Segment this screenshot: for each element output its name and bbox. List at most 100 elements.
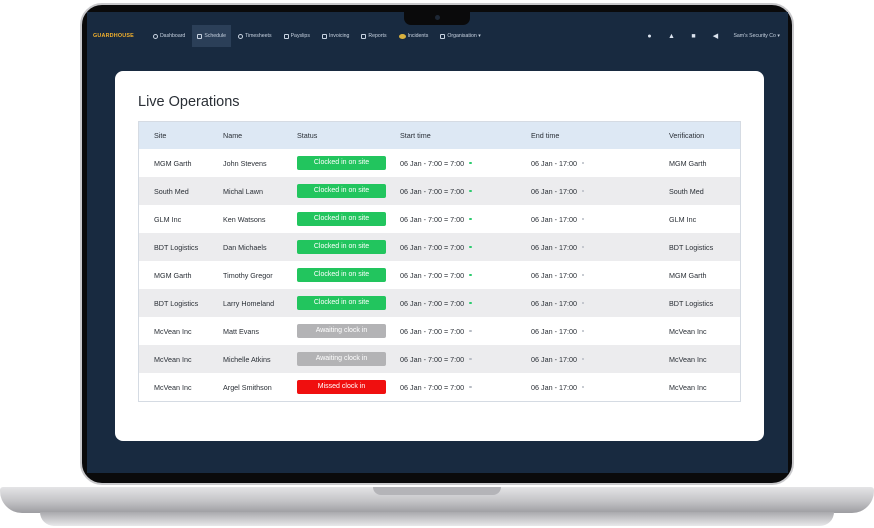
cell-name: Dan Michaels [223,242,267,252]
column-header-site[interactable]: Site [139,131,223,140]
status-badge[interactable]: Clocked in on site [297,156,386,170]
status-badge[interactable]: Clocked in on site [297,212,386,226]
start-time-text: 06 Jan - 7:00 = 7:00 [400,354,465,364]
cell-status: Missed clock in [297,380,400,394]
start-status-dot-icon [469,217,472,221]
cell-start-time: 06 Jan - 7:00 = 7:00 [400,299,531,308]
end-status-dot-icon [581,273,585,277]
table-row[interactable]: BDT Logistics Larry Homeland Clocked in on… [139,289,740,317]
payslip-icon [283,33,289,39]
nav-item-dashboard[interactable]: Dashboard [148,25,190,47]
nav-item-timesheets[interactable]: Timesheets [233,25,277,47]
start-status-dot-icon [469,161,472,165]
table-body: MGM Garth John Stevens Clocked in on site 0… [139,149,740,401]
nav-item-invoicing[interactable]: Invoicing [317,25,354,47]
end-time-text: 06 Jan - 17:00 [531,326,577,336]
table-row[interactable]: MGM Garth John Stevens Clocked in on site 0… [139,149,740,177]
report-icon [361,33,367,39]
end-status-dot-icon [581,217,585,221]
start-status-dot-icon [469,385,472,389]
cell-start-time: 06 Jan - 7:00 = 7:00 [400,383,531,392]
status-badge[interactable]: Clocked in on site [297,296,386,310]
end-status-dot-icon [581,357,585,361]
start-status-dot-icon [469,357,472,361]
status-badge[interactable]: Clocked in on site [297,268,386,282]
app-screen: GUARDHOUSE Dashboard Schedule Timesheets Pa… [87,12,788,473]
status-badge[interactable]: Awaiting clock in [297,352,386,366]
cell-end-time: 06 Jan - 17:00 [531,299,669,308]
incident-badge-icon [398,33,406,39]
start-status-dot-icon [469,273,472,277]
nav-item-label: Payslips [290,33,310,39]
cell-start-time: 06 Jan - 7:00 = 7:00 [400,327,531,336]
nav-item-label: Timesheets [244,33,272,39]
table-row[interactable]: GLM Inc Ken Watsons Clocked in on site 06 J… [139,205,740,233]
cell-start-time: 06 Jan - 7:00 = 7:00 [400,215,531,224]
dashboard-icon [152,33,158,39]
table-row[interactable]: McVean Inc Matt Evans Awaiting clock in 06 … [139,317,740,345]
laptop-base-underside [40,512,834,526]
nav-item-incidents[interactable]: Incidents [394,25,434,47]
nav-item-schedule[interactable]: Schedule [192,25,231,47]
cell-verification: MGM Garth [669,158,707,168]
graduation-cap-icon[interactable]: ▲ [667,33,675,40]
brand-logo[interactable]: GUARDHOUSE [93,33,134,39]
nav-item-label: Incidents [407,33,429,39]
nav-item-organisation[interactable]: Organisation ▾ [435,25,485,47]
table-row[interactable]: MGM Garth Timothy Gregor Clocked in on sit… [139,261,740,289]
column-header-status[interactable]: Status [297,131,400,140]
cell-status: Clocked in on site [297,156,400,170]
end-time-text: 06 Jan - 17:00 [531,214,577,224]
cell-verification: GLM Inc [669,214,697,224]
status-badge[interactable]: Clocked in on site [297,184,386,198]
status-badge[interactable]: Clocked in on site [297,240,386,254]
cell-verification: South Med [669,186,704,196]
mail-icon[interactable]: ■ [689,33,697,40]
table-row[interactable]: BDT Logistics Dan Michaels Clocked in on s… [139,233,740,261]
chat-icon[interactable]: ● [645,33,653,40]
cell-site: BDT Logistics [154,242,199,252]
cell-status: Clocked in on site [297,184,400,198]
cell-end-time: 06 Jan - 17:00 [531,243,669,252]
megaphone-icon[interactable]: ◀ [711,33,719,40]
cell-verification: BDT Logistics [669,298,714,308]
cell-site: South Med [154,186,189,196]
cell-site: McVean Inc [154,326,192,336]
column-header-end-time[interactable]: End time [531,131,669,140]
start-time-text: 06 Jan - 7:00 = 7:00 [400,326,465,336]
end-time-text: 06 Jan - 17:00 [531,186,577,196]
account-menu[interactable]: Sam's Security Co ▾ [733,33,780,39]
end-status-dot-icon [581,329,585,333]
cell-verification: McVean Inc [669,382,707,392]
cell-site: BDT Logistics [154,298,199,308]
nav-item-reports[interactable]: Reports [356,25,391,47]
cell-verification: BDT Logistics [669,242,714,252]
start-time-text: 06 Jan - 7:00 = 7:00 [400,158,465,168]
table-row[interactable]: South Med Michal Lawn Clocked in on site 06… [139,177,740,205]
cell-site: McVean Inc [154,354,192,364]
users-icon [440,33,446,39]
end-status-dot-icon [581,161,585,165]
end-time-text: 06 Jan - 17:00 [531,354,577,364]
column-header-start-time[interactable]: Start time [400,131,531,140]
end-status-dot-icon [581,189,585,193]
end-status-dot-icon [581,301,585,305]
start-time-text: 06 Jan - 7:00 = 7:00 [400,214,465,224]
camera-notch [404,12,470,25]
invoice-icon [321,33,327,39]
cell-start-time: 06 Jan - 7:00 = 7:00 [400,159,531,168]
status-badge[interactable]: Missed clock in [297,380,386,394]
start-status-dot-icon [469,329,472,333]
table-row[interactable]: McVean Inc Michelle Atkins Awaiting clock … [139,345,740,373]
status-badge[interactable]: Awaiting clock in [297,324,386,338]
column-header-name[interactable]: Name [223,131,297,140]
nav-item-payslips[interactable]: Payslips [279,25,315,47]
column-header-verification[interactable]: Verification [669,131,740,140]
cell-status: Clocked in on site [297,296,400,310]
table-row[interactable]: McVean Inc Argel Smithson Missed clock in 0… [139,373,740,401]
cell-end-time: 06 Jan - 17:00 [531,383,669,392]
cell-verification: McVean Inc [669,326,707,336]
cell-name: Argel Smithson [223,382,272,392]
start-status-dot-icon [469,245,472,249]
cell-site: MGM Garth [154,158,192,168]
